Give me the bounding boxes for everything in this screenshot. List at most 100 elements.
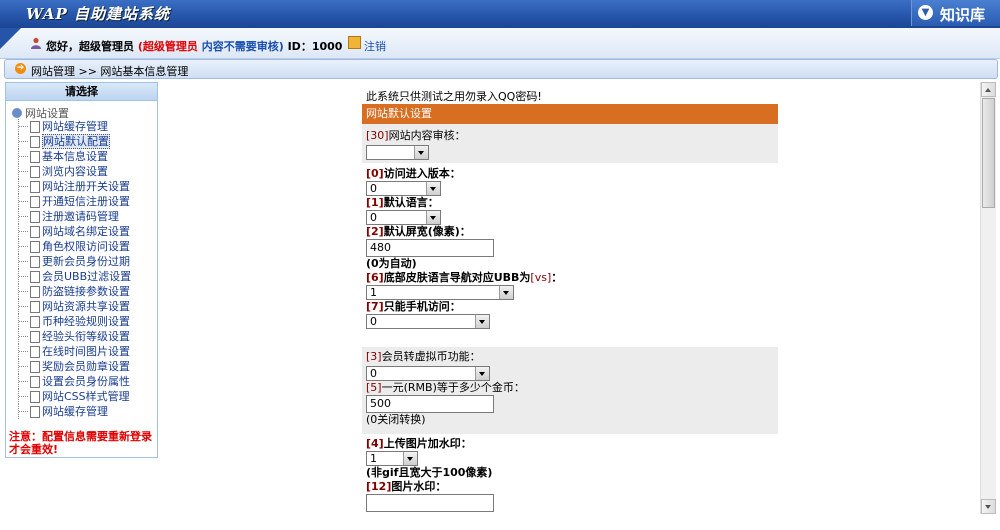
exchange-rate-hint: (0关闭转换) bbox=[366, 413, 426, 426]
sidebar-item-label: 在线时间图片设置 bbox=[42, 345, 130, 358]
sidebar-item-label: 网站缓存管理 bbox=[42, 120, 108, 133]
sidebar-item-label: 网站CSS样式管理 bbox=[42, 390, 130, 403]
sidebar-item-label: 网站域名绑定设置 bbox=[42, 225, 130, 238]
chevron-down-icon bbox=[426, 211, 440, 224]
settings-folder-icon bbox=[12, 108, 22, 118]
sidebar-item[interactable]: 更新会员身份过期 bbox=[10, 254, 131, 269]
sidebar-item-label: 注册邀请码管理 bbox=[42, 210, 119, 223]
content-review-select[interactable] bbox=[366, 145, 429, 160]
knowledge-base-label: 知识库 bbox=[940, 6, 986, 24]
sidebar-item-label: 奖励会员勋章设置 bbox=[42, 360, 130, 373]
content-review-group: [30]网站内容审核： bbox=[362, 124, 778, 163]
exchange-rate-input[interactable]: 500 bbox=[366, 395, 494, 413]
document-icon bbox=[30, 181, 40, 193]
sidebar-item[interactable]: 防盗链接参数设置 bbox=[10, 284, 131, 299]
footer-ubb-select[interactable]: 1 bbox=[366, 285, 514, 300]
sidebar-item[interactable]: 基本信息设置 bbox=[10, 149, 131, 164]
scroll-up-button[interactable] bbox=[981, 82, 996, 97]
content-review-label: [30]网站内容审核： bbox=[366, 129, 466, 142]
sidebar-item[interactable]: 网站CSS样式管理 bbox=[10, 389, 131, 404]
sidebar-item-active[interactable]: 网站默认配置 bbox=[10, 134, 131, 149]
document-icon bbox=[30, 226, 40, 238]
review-status-text: 内容不需要审核) bbox=[201, 40, 284, 53]
sidebar-item[interactable]: 角色权限访问设置 bbox=[10, 239, 131, 254]
mobile-only-select[interactable]: 0 bbox=[366, 314, 490, 329]
image-watermark-label: [12]图片水印： bbox=[366, 480, 447, 493]
sidebar-item[interactable]: 开通短信注册设置 bbox=[10, 194, 131, 209]
document-icon bbox=[30, 271, 40, 283]
knowledge-base-button[interactable]: ▼ 知识库 bbox=[911, 0, 1000, 26]
sidebar-item-label: 设置会员身份属性 bbox=[42, 375, 130, 388]
sidebar-item[interactable]: 网站资源共享设置 bbox=[10, 299, 131, 314]
chevron-down-icon bbox=[414, 146, 428, 159]
default-language-label: [1]默认语言： bbox=[366, 196, 439, 209]
arrow-right-icon: ➔ bbox=[15, 63, 26, 74]
user-greeting-line: 您好，超级管理员 (超级管理员 内容不需要审核) ID：1000 bbox=[46, 38, 342, 54]
virtual-currency-label: [3]会员转虚拟币功能： bbox=[366, 350, 481, 363]
arrow-down-circle-icon: ▼ bbox=[918, 5, 933, 20]
sidebar-item[interactable]: 在线时间图片设置 bbox=[10, 344, 131, 359]
watermark-upload-label: [4]上传图片加水印： bbox=[366, 437, 472, 450]
document-icon bbox=[30, 361, 40, 373]
settings-form: 此系统只供测试之用勿录入QQ密码! 网站默认设置 [30]网站内容审核： [0]… bbox=[362, 82, 980, 514]
watermark-group: [4]上传图片加水印： 1 (非gif且宽大于100像素) [12]图片水印： bbox=[362, 437, 778, 514]
entry-version-select[interactable]: 0 bbox=[366, 181, 441, 196]
relogin-notice: 注意：配置信息需要重新登录才会重效! bbox=[9, 430, 152, 456]
screen-width-hint: (0为自动) bbox=[366, 257, 417, 270]
sidebar-item[interactable]: 设置会员身份属性 bbox=[10, 374, 131, 389]
mobile-only-label: [7]只能手机访问： bbox=[366, 300, 461, 313]
top-header: WAP 自助建站系统 ▼ 知识库 bbox=[0, 0, 1000, 28]
screen-width-input[interactable]: 480 bbox=[366, 239, 494, 257]
footer-ubb-label: [6]底部皮肤语言导航对应UBB为[vs]： bbox=[366, 271, 563, 284]
user-icon bbox=[31, 37, 41, 49]
chevron-down-icon bbox=[475, 315, 489, 328]
document-icon bbox=[30, 286, 40, 298]
sidebar-item-label: 网站默认配置 bbox=[42, 134, 110, 149]
document-icon bbox=[30, 241, 40, 253]
sidebar-item-label: 会员UBB过滤设置 bbox=[42, 270, 132, 283]
chevron-down-icon bbox=[499, 286, 513, 299]
default-language-select[interactable]: 0 bbox=[366, 210, 441, 225]
role-text: (超级管理员 bbox=[137, 40, 198, 53]
user-bar: 您好，超级管理员 (超级管理员 内容不需要审核) ID：1000 注销 bbox=[0, 28, 1000, 59]
sidebar-item[interactable]: 币种经验规则设置 bbox=[10, 314, 131, 329]
sidebar-item[interactable]: 经验头衔等级设置 bbox=[10, 329, 131, 344]
document-icon bbox=[30, 166, 40, 178]
sidebar-item[interactable]: 注册邀请码管理 bbox=[10, 209, 131, 224]
test-warning: 此系统只供测试之用勿录入QQ密码! bbox=[366, 90, 542, 103]
sidebar-item[interactable]: 网站缓存管理 bbox=[10, 119, 131, 134]
image-watermark-input[interactable] bbox=[366, 494, 494, 512]
sidebar-item-label: 币种经验规则设置 bbox=[42, 315, 130, 328]
exchange-rate-label: [5]一元(RMB)等于多少个金币： bbox=[366, 381, 525, 394]
sidebar-item-label: 基本信息设置 bbox=[42, 150, 108, 163]
sidebar-item[interactable]: 浏览内容设置 bbox=[10, 164, 131, 179]
watermark-hint: (非gif且宽大于100像素) bbox=[366, 466, 493, 479]
chevron-down-icon bbox=[426, 182, 440, 195]
sidebar-item-label: 网站缓存管理 bbox=[42, 405, 108, 418]
chevron-down-icon bbox=[475, 367, 489, 380]
sidebar-item-label: 浏览内容设置 bbox=[42, 165, 108, 178]
breadcrumb: ➔ 网站管理 >> 网站基本信息管理 bbox=[4, 59, 998, 79]
sidebar-item-label: 开通短信注册设置 bbox=[42, 195, 130, 208]
sidebar-item-label: 网站注册开关设置 bbox=[42, 180, 130, 193]
document-icon bbox=[30, 406, 40, 418]
decorative-accent bbox=[0, 28, 22, 58]
document-icon bbox=[30, 151, 40, 163]
document-icon bbox=[30, 136, 40, 148]
virtual-currency-select[interactable]: 0 bbox=[366, 366, 490, 381]
logout-icon[interactable] bbox=[348, 36, 361, 49]
document-icon bbox=[30, 331, 40, 343]
sidebar-item[interactable]: 网站域名绑定设置 bbox=[10, 224, 131, 239]
sidebar-item[interactable]: 网站注册开关设置 bbox=[10, 179, 131, 194]
sidebar-item[interactable]: 网站缓存管理 bbox=[10, 404, 131, 419]
document-icon bbox=[30, 121, 40, 133]
watermark-upload-select[interactable]: 1 bbox=[366, 451, 418, 466]
vertical-scrollbar[interactable] bbox=[980, 82, 996, 514]
scroll-thumb[interactable] bbox=[982, 98, 995, 208]
logout-link[interactable]: 注销 bbox=[364, 38, 386, 54]
sidebar-item[interactable]: 会员UBB过滤设置 bbox=[10, 269, 131, 284]
greeting-text: 您好，超级管理员 bbox=[46, 40, 134, 53]
sidebar: 请选择 网站设置 网站缓存管理 网站默认配置 基本信息设置 浏览内容设置 网站注… bbox=[5, 82, 158, 458]
sidebar-item[interactable]: 奖励会员勋章设置 bbox=[10, 359, 131, 374]
scroll-down-button[interactable] bbox=[981, 499, 996, 514]
